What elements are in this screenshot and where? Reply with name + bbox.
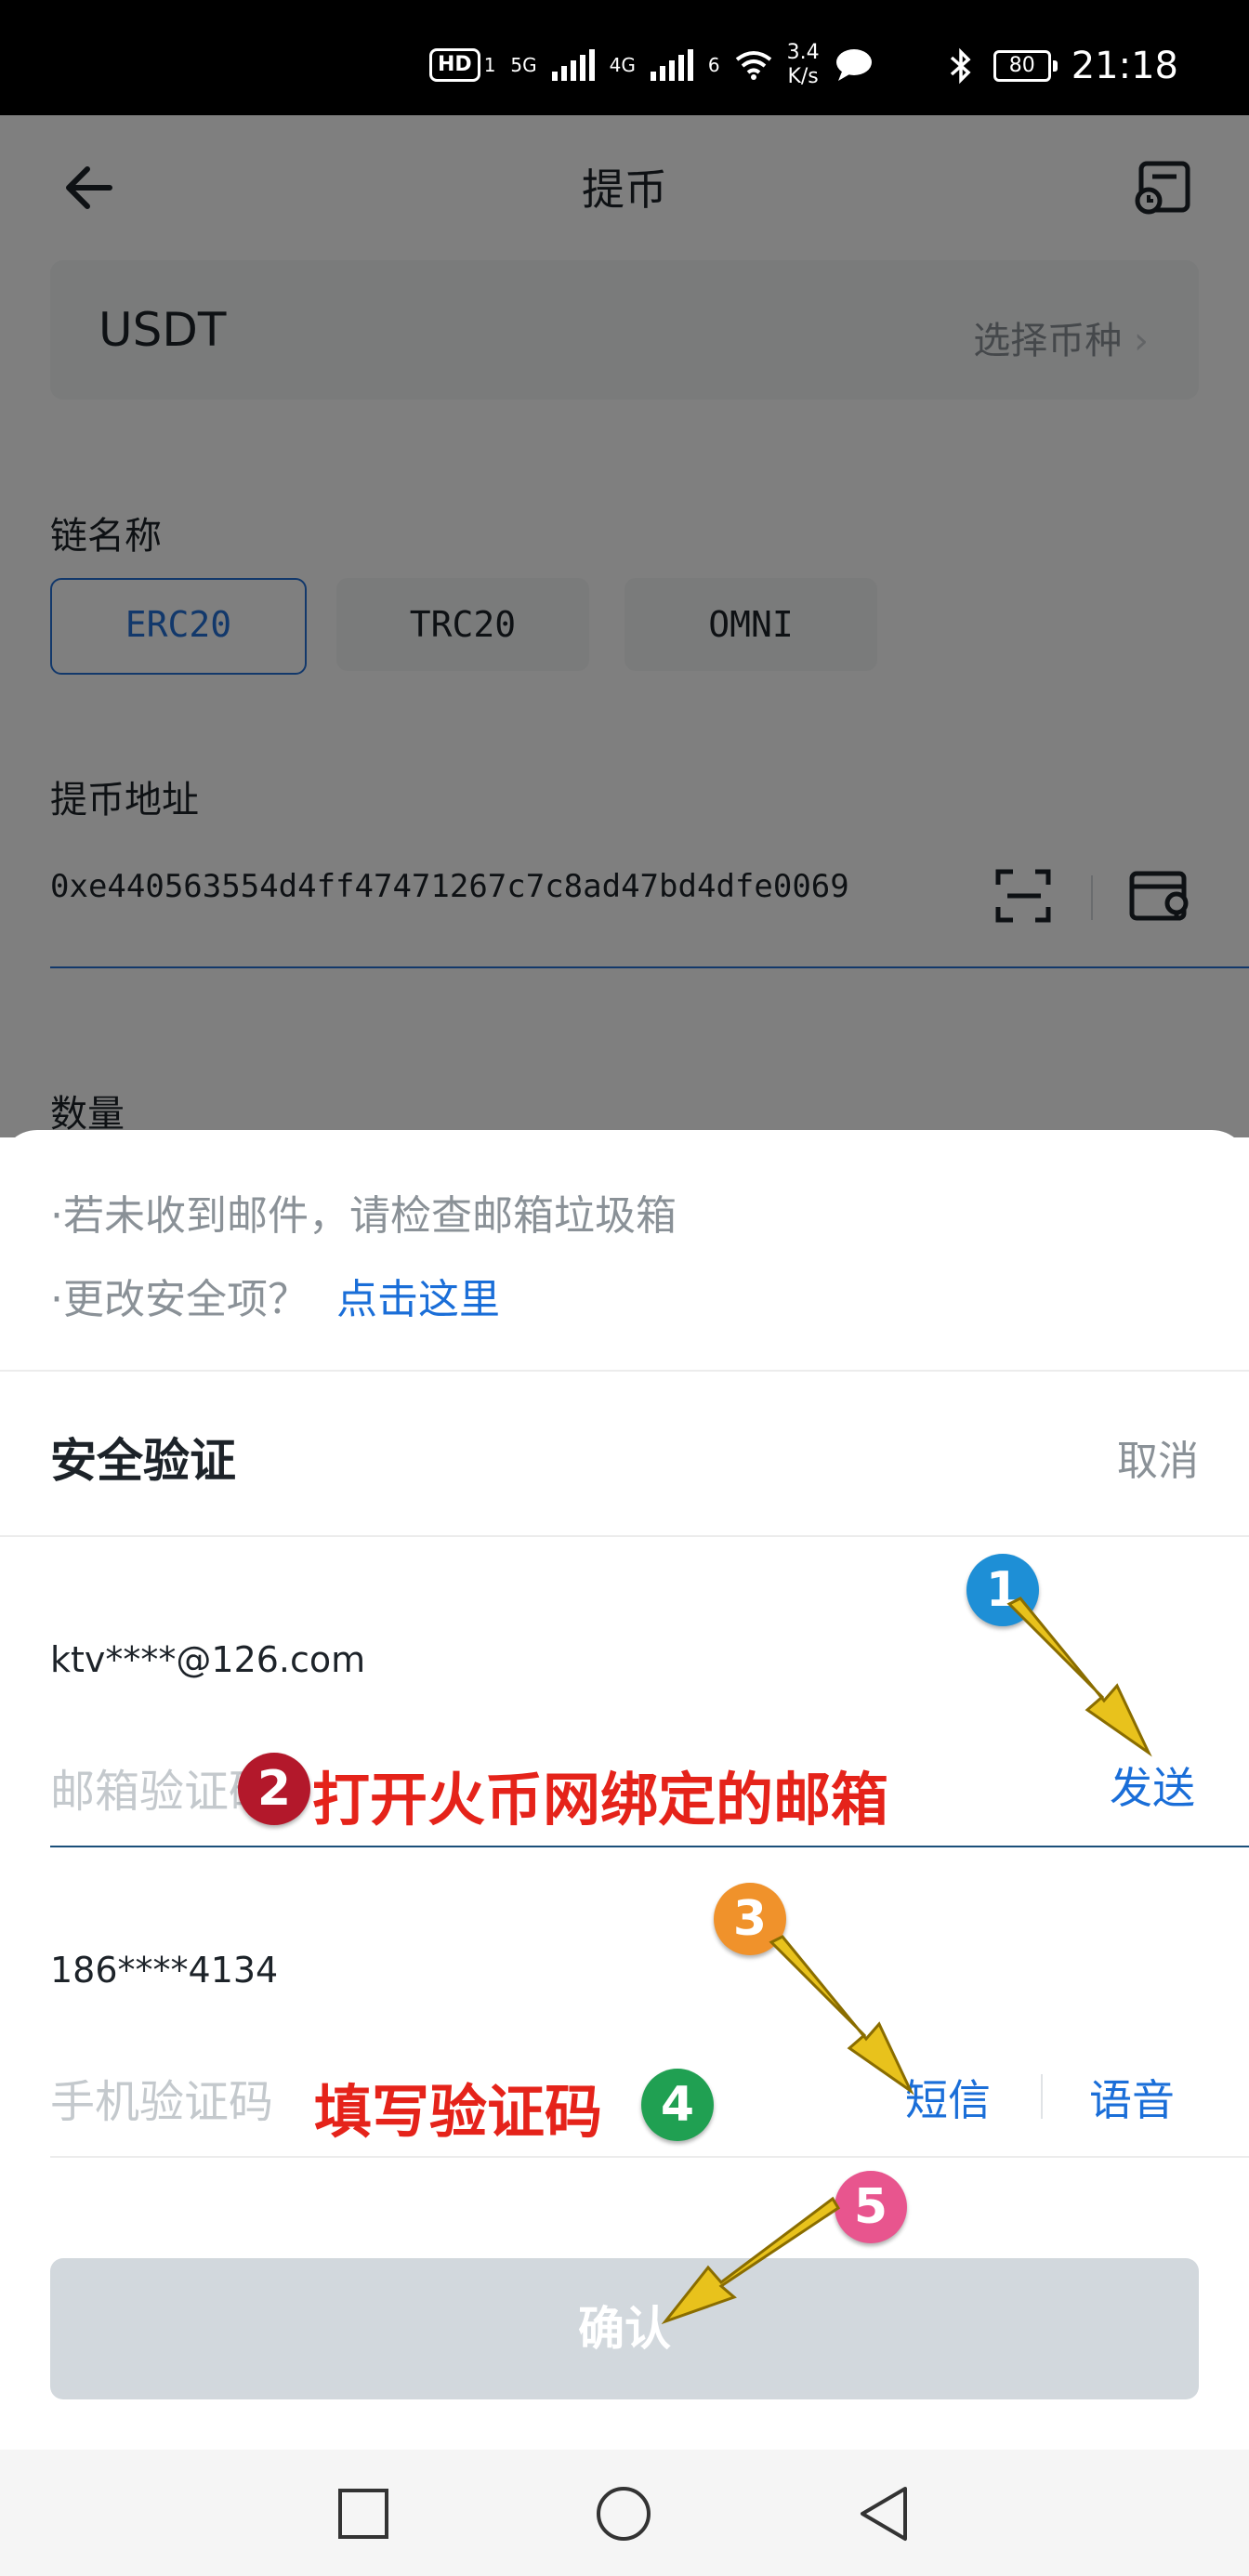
- net-speed: 3.4 K/s: [787, 41, 820, 89]
- voice-button[interactable]: 语音: [1089, 2067, 1175, 2128]
- status-bar-left: HD 1 5G 4G 6 3.4 K/s: [429, 41, 874, 89]
- sheet-title: 安全验证: [50, 1434, 236, 1488]
- step-5-arrow-icon: [661, 2196, 841, 2325]
- recents-icon[interactable]: [336, 2487, 390, 2541]
- sms-voice-divider: [1041, 2074, 1043, 2119]
- net3-label: 6: [707, 54, 720, 76]
- net-speed-unit: K/s: [787, 65, 819, 88]
- hd-badge: HD: [429, 48, 480, 82]
- modal-backdrop[interactable]: [0, 115, 1249, 1137]
- phone-field-underline: [50, 2156, 1249, 2158]
- step-2-badge: 2: [238, 1753, 310, 1825]
- click-here-link[interactable]: 点击这里: [336, 1276, 500, 1323]
- battery-level: 80: [1008, 54, 1035, 77]
- message-icon: [835, 49, 872, 81]
- signal-icon-2: [650, 49, 693, 81]
- step-5-badge: 5: [835, 2171, 907, 2243]
- net1-label: 5G: [510, 54, 537, 76]
- wifi-icon: [735, 51, 771, 80]
- step-4-badge: 4: [641, 2069, 714, 2141]
- tip-spam-folder: ·若未收到邮件，请检查邮箱垃圾箱: [50, 1192, 677, 1240]
- clock: 21:18: [1071, 45, 1178, 87]
- cancel-button[interactable]: 取消: [1117, 1427, 1199, 1487]
- step-3-arrow-icon: [769, 1935, 914, 2096]
- divider: [0, 1370, 1249, 1372]
- status-bar-right: 80 21:18: [949, 45, 1178, 87]
- divider: [0, 1535, 1249, 1537]
- signal-icon: [551, 49, 595, 81]
- email-account: ktv****@126.com: [50, 1639, 366, 1680]
- email-field-underline: [50, 1846, 1249, 1847]
- tip-change-security: ·更改安全项？ 点击这里: [50, 1266, 500, 1325]
- phone-account: 186****4134: [50, 1950, 279, 1991]
- send-email-code-button[interactable]: 发送: [1110, 1755, 1195, 1816]
- step-2-annotation: 打开火币网绑定的邮箱: [312, 1766, 889, 1833]
- step-4-annotation: 填写验证码: [314, 2078, 603, 2146]
- net2-label: 4G: [609, 54, 636, 76]
- net-speed-value: 3.4: [786, 41, 820, 64]
- step-1-arrow-icon: [1006, 1597, 1152, 1757]
- sim-indicator: 1: [483, 54, 496, 76]
- home-icon[interactable]: [595, 2485, 652, 2543]
- tip-change-security-text: ·更改安全项？: [50, 1276, 309, 1323]
- battery-icon: 80: [993, 50, 1058, 82]
- sms-code-input[interactable]: 手机验证码: [50, 2065, 273, 2130]
- bluetooth-icon: [950, 47, 971, 85]
- back-icon[interactable]: [857, 2485, 911, 2543]
- confirm-button[interactable]: 确认: [50, 2258, 1199, 2399]
